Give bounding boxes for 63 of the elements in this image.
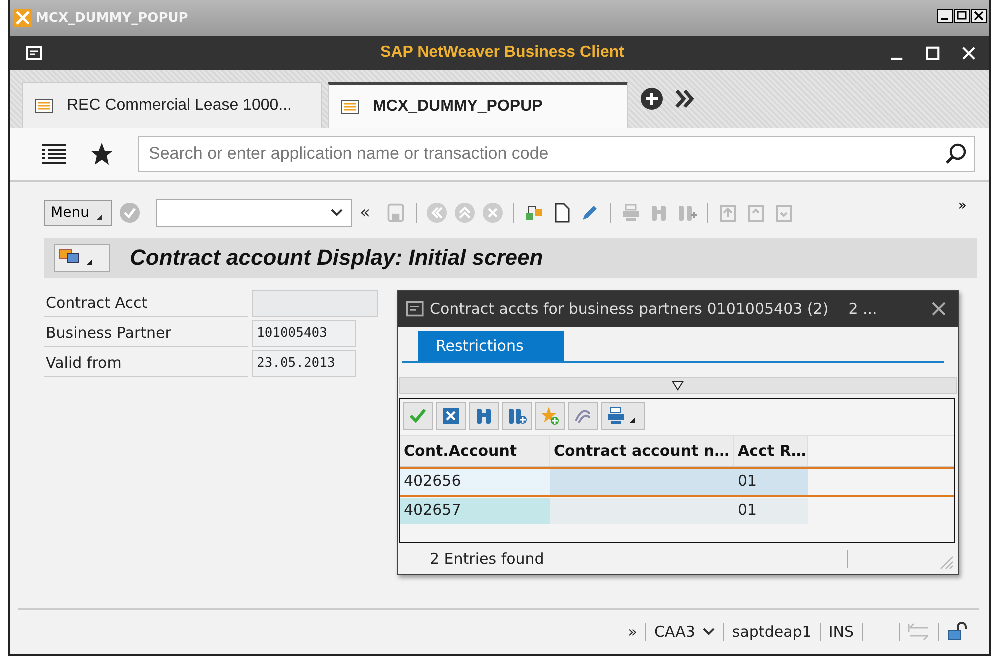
cancel-button[interactable] (436, 402, 466, 430)
collapse-icon[interactable] (672, 381, 684, 391)
field-label: Valid from (44, 350, 248, 377)
hide-button[interactable] (568, 402, 598, 430)
menu-button[interactable]: Menu (44, 200, 112, 226)
search-field[interactable]: Search or enter application name or transaction code (138, 136, 975, 172)
chevron-down-icon[interactable] (703, 628, 716, 636)
minimize-icon[interactable] (937, 9, 953, 23)
table-cell: 01 (734, 498, 808, 524)
chevron-down-icon (331, 209, 343, 217)
tab[interactable]: Restrictions (418, 331, 564, 361)
input-field[interactable]: 23.05.2013 (252, 350, 356, 377)
star-plus-icon (540, 406, 560, 426)
maximize-icon[interactable] (954, 9, 970, 23)
find-button[interactable] (469, 402, 499, 430)
input-field[interactable] (252, 290, 378, 317)
server-name: saptdeap1 (732, 623, 812, 641)
system-name[interactable]: CAA3 (654, 623, 696, 641)
screen-title: Contract account Display: Initial screen (130, 245, 544, 271)
list-icon (35, 98, 53, 112)
app-title: SAP NetWeaver Business Client (380, 44, 626, 62)
tab[interactable]: MCX_DUMMY_POPUP (328, 82, 628, 128)
resize-grip-icon[interactable] (938, 554, 954, 570)
table-row[interactable]: 402656 01 (400, 467, 954, 497)
check-icon[interactable] (120, 203, 140, 223)
find-next-button[interactable] (502, 402, 532, 430)
search-icon[interactable] (945, 143, 967, 165)
menu-icon[interactable] (26, 46, 42, 60)
list-icon (341, 100, 359, 114)
checkmark-icon (408, 406, 428, 426)
input-mode: INS (828, 623, 854, 641)
app-logo-icon (14, 9, 32, 27)
close-icon (441, 406, 461, 426)
dialog-icon (406, 301, 424, 317)
screen-options-button[interactable] (54, 244, 110, 272)
column-header[interactable]: Contract account n… (550, 436, 734, 466)
table-cell: 402657 (400, 498, 550, 524)
table-cell: 01 (734, 469, 808, 495)
unlocked-padlock-icon[interactable] (947, 622, 969, 642)
collapse-toggle[interactable]: « (360, 203, 370, 223)
field-label: Contract Acct (44, 290, 248, 317)
input-field[interactable]: 101005403 (252, 320, 356, 347)
dialog-title-extra: 2 ... (848, 300, 878, 318)
window-title: MCX_DUMMY_POPUP (36, 10, 188, 26)
field-label: Business Partner (44, 320, 248, 347)
table-row[interactable]: 402657 01 (400, 497, 954, 525)
command-field[interactable] (156, 199, 352, 227)
add-tab-icon[interactable] (640, 87, 664, 111)
more-tabs-icon[interactable] (674, 89, 696, 109)
dialog-title: Contract accts for business partners 0101005403 (2) (430, 300, 829, 318)
close-icon[interactable] (971, 9, 987, 23)
more-toolbar-toggle[interactable]: » (958, 198, 967, 214)
tab[interactable]: REC Commercial Lease 1000... (22, 82, 322, 128)
print-button[interactable] (601, 402, 645, 430)
add-favorite-button[interactable] (535, 402, 565, 430)
list-icon[interactable] (40, 142, 68, 166)
table-cell: 402656 (400, 469, 550, 495)
confirm-button[interactable] (403, 402, 433, 430)
status-message: 2 Entries found (430, 550, 544, 568)
column-header[interactable]: Acct R… (734, 436, 808, 466)
column-header[interactable]: Cont.Account (400, 436, 550, 466)
printer-icon (606, 406, 626, 426)
status-more-toggle[interactable]: » (628, 623, 638, 641)
